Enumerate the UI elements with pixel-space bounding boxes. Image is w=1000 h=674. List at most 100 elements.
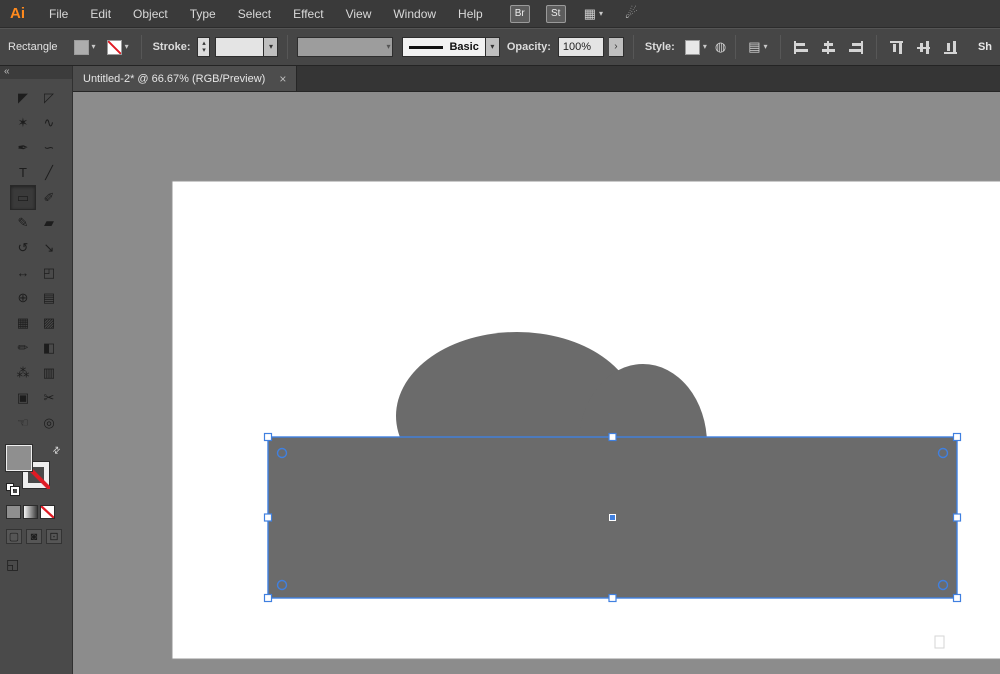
- align-horizontal-center-icon[interactable]: [820, 40, 836, 54]
- stroke-style-arrow[interactable]: ▾: [484, 37, 500, 57]
- fill-swatch[interactable]: [5, 444, 33, 472]
- stroke-weight-stepper[interactable]: ▴ ▾: [197, 37, 211, 57]
- align-horizontal-right-icon[interactable]: [847, 40, 863, 54]
- document-tab[interactable]: Untitled-2* @ 66.67% (RGB/Preview) ×: [73, 66, 298, 91]
- align-vertical-bottom-icon[interactable]: [943, 40, 959, 54]
- color-mode-row: [6, 505, 72, 519]
- align-horizontal-left-icon[interactable]: [793, 40, 809, 54]
- magic-wand-tool[interactable]: ✶: [10, 110, 36, 135]
- swap-fill-stroke-icon[interactable]: ⇄: [50, 444, 63, 457]
- canvas[interactable]: [73, 92, 1000, 674]
- handle-top-center[interactable]: [608, 432, 617, 442]
- align-vertical-center-icon[interactable]: [916, 40, 932, 54]
- type-tool[interactable]: T: [10, 160, 36, 185]
- perspective-grid-tool[interactable]: ▤: [36, 285, 62, 310]
- menu-view[interactable]: View: [335, 7, 383, 21]
- rotate-tool[interactable]: ↺: [10, 235, 36, 260]
- separator: [875, 35, 877, 59]
- handle-middle-right[interactable]: [952, 513, 962, 522]
- opacity-input[interactable]: 100%: [557, 37, 604, 57]
- separator: [632, 35, 634, 59]
- rectangle-tool[interactable]: ▭: [10, 185, 36, 210]
- document-title: Untitled-2* @ 66.67% (RGB/Preview): [83, 72, 266, 85]
- menu-edit[interactable]: Edit: [79, 7, 122, 21]
- close-icon[interactable]: ×: [279, 72, 286, 86]
- bridge-button[interactable]: Br: [509, 4, 530, 23]
- gradient-button[interactable]: [23, 505, 38, 519]
- menu-type[interactable]: Type: [179, 7, 227, 21]
- screen-mode-button[interactable]: ◱: [6, 556, 26, 572]
- menu-object[interactable]: Object: [122, 7, 179, 21]
- eyedropper-tool[interactable]: ✏: [10, 335, 36, 360]
- free-transform-tool[interactable]: ◰: [36, 260, 62, 285]
- menu-bar: Ai File Edit Object Type Select Effect View Win…: [0, 0, 1000, 28]
- curvature-tool[interactable]: ∽: [36, 135, 62, 160]
- menu-select[interactable]: Select: [227, 7, 282, 21]
- menu-effect[interactable]: Effect: [282, 7, 334, 21]
- document-setup-globe-icon[interactable]: ◍: [715, 39, 726, 55]
- selection-center-point[interactable]: [609, 514, 616, 521]
- symbol-sprayer-tool[interactable]: ⁂: [10, 360, 36, 385]
- menu-help[interactable]: Help: [447, 7, 494, 21]
- chevron-down-icon: ▾: [763, 42, 768, 51]
- pen-tool[interactable]: ✒: [10, 135, 36, 160]
- separator: [140, 35, 142, 59]
- stroke-weight-value[interactable]: [215, 37, 264, 57]
- none-button[interactable]: [40, 505, 55, 519]
- stroke-style-value: Basic: [449, 41, 479, 53]
- handle-bottom-right[interactable]: [952, 593, 962, 603]
- stepper-down-icon[interactable]: ▾: [202, 47, 206, 54]
- color-button[interactable]: [6, 505, 21, 519]
- workspace-switcher[interactable]: ▦ ▾: [584, 6, 603, 22]
- handle-top-right[interactable]: [952, 432, 962, 442]
- graphic-style-dropdown[interactable]: ▾: [682, 37, 710, 58]
- app-logo: Ai: [10, 5, 25, 22]
- handle-middle-left[interactable]: [263, 513, 273, 522]
- stroke-color-dropdown[interactable]: ▾: [104, 37, 132, 58]
- fill-color-dropdown[interactable]: ▾: [71, 37, 99, 58]
- selection-tool[interactable]: ◤: [10, 85, 36, 110]
- zoom-tool[interactable]: ◎: [36, 410, 62, 435]
- align-vertical-top-icon[interactable]: [889, 40, 905, 54]
- draw-behind-button[interactable]: ◙: [26, 529, 42, 544]
- slice-tool[interactable]: ✂: [36, 385, 62, 410]
- stepper-up-icon[interactable]: ▴: [202, 40, 206, 47]
- artboard-tool[interactable]: ▣: [10, 385, 36, 410]
- lasso-tool[interactable]: ∿: [36, 110, 62, 135]
- blend-tool[interactable]: ◧: [36, 335, 62, 360]
- brush-definition-dropdown[interactable]: ▾: [297, 37, 394, 57]
- draw-normal-button[interactable]: ▢: [6, 529, 22, 544]
- handle-bottom-center[interactable]: [608, 593, 617, 603]
- direct-selection-tool[interactable]: ◸: [36, 85, 62, 110]
- eraser-tool[interactable]: ▰: [36, 210, 62, 235]
- stroke-weight-arrow[interactable]: ▾: [263, 37, 279, 57]
- stroke-style-dropdown[interactable]: Basic ▾: [402, 37, 500, 57]
- gpu-performance-icon[interactable]: ☄: [625, 5, 638, 22]
- draw-inside-button[interactable]: ⊡: [46, 529, 62, 544]
- gradient-tool[interactable]: ▨: [36, 310, 62, 335]
- scale-tool[interactable]: ↘: [36, 235, 62, 260]
- shape-builder-tool[interactable]: ⊕: [10, 285, 36, 310]
- mesh-tool[interactable]: ▦: [10, 310, 36, 335]
- paintbrush-tool[interactable]: ✐: [36, 185, 62, 210]
- opacity-options-button[interactable]: ›: [608, 37, 624, 57]
- stock-button[interactable]: St: [545, 4, 566, 23]
- collapse-panel-icon[interactable]: «: [4, 66, 10, 77]
- stroke-weight-dropdown[interactable]: ▾: [215, 37, 279, 57]
- stroke-none-swatch-icon: [106, 39, 122, 55]
- opacity-label: Opacity:: [506, 41, 551, 53]
- width-tool[interactable]: ↔: [10, 260, 36, 285]
- handle-bottom-left[interactable]: [263, 593, 273, 603]
- menu-file[interactable]: File: [38, 7, 79, 21]
- document-setup-dropdown[interactable]: ▤ ▾: [745, 36, 770, 58]
- stroke-label: Stroke:: [152, 41, 191, 53]
- align-vertical-group: [889, 40, 959, 54]
- chevron-down-icon: ▾: [91, 42, 96, 51]
- handle-top-left[interactable]: [263, 432, 273, 442]
- menu-window[interactable]: Window: [382, 7, 447, 21]
- hand-tool[interactable]: ☜: [10, 410, 36, 435]
- default-fill-stroke-icon[interactable]: [6, 483, 20, 496]
- line-segment-tool[interactable]: ╱: [36, 160, 62, 185]
- shaper-tool[interactable]: ✎: [10, 210, 36, 235]
- column-graph-tool[interactable]: ▥: [36, 360, 62, 385]
